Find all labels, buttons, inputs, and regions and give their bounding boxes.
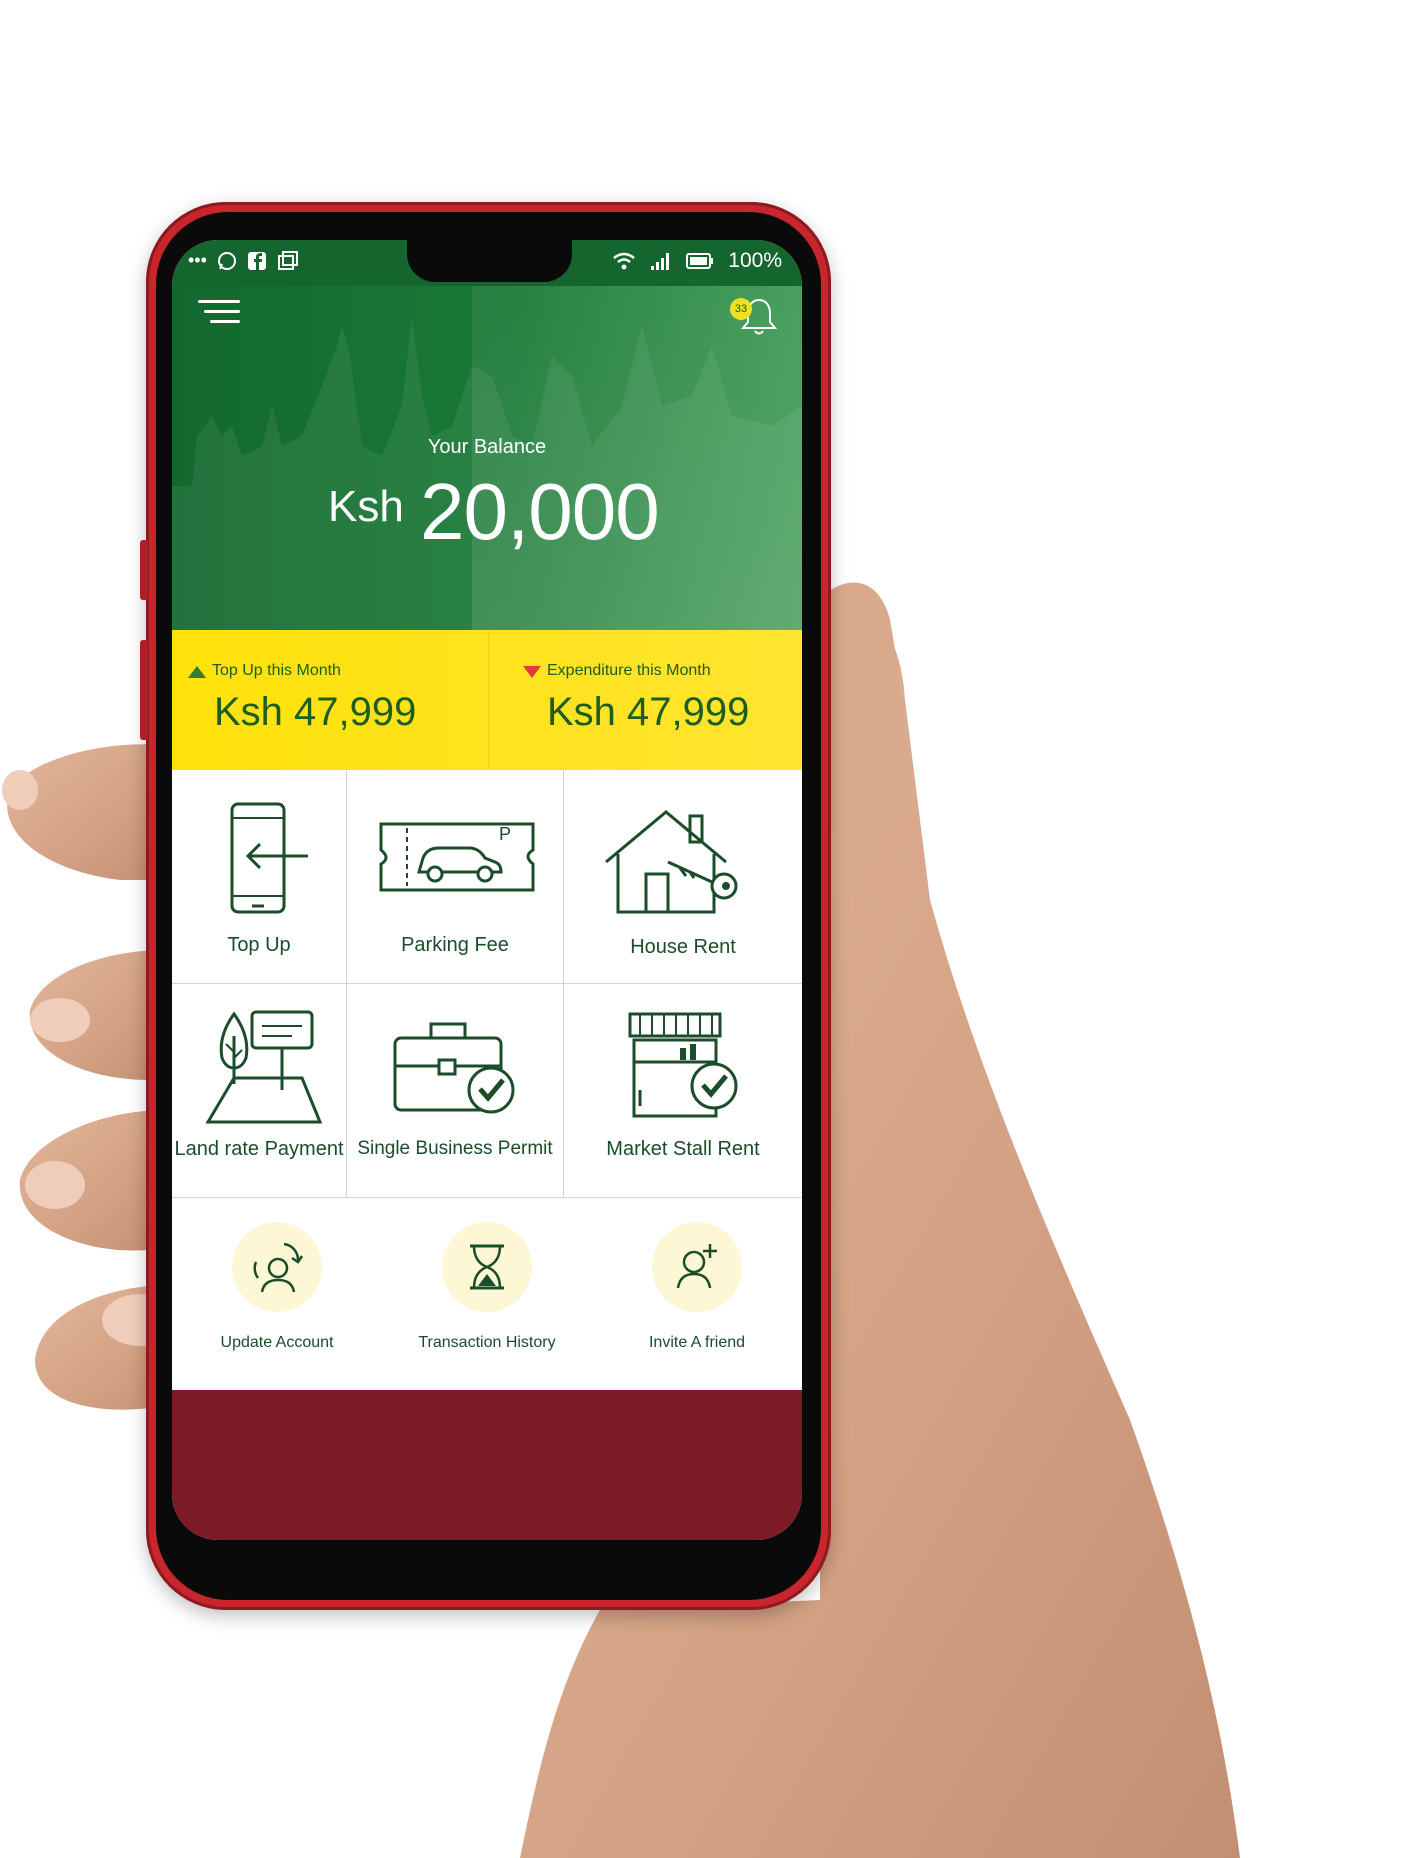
service-label: House Rent bbox=[630, 936, 736, 958]
balance-currency: Ksh bbox=[328, 482, 404, 531]
monthly-stats: Top Up this Month Ksh 47,999 Expenditure… bbox=[172, 630, 802, 770]
add-user-icon bbox=[676, 1244, 717, 1289]
balance-label: Your Balance bbox=[427, 436, 547, 458]
service-label: Parking Fee bbox=[401, 934, 509, 956]
menu-line bbox=[210, 320, 240, 323]
service-market-stall-rent[interactable]: Market Stall Rent bbox=[564, 984, 802, 1198]
notification-badge: 33 bbox=[730, 298, 752, 320]
topup-stat-label: Top Up this Month bbox=[212, 662, 341, 679]
service-top-up[interactable]: Top Up bbox=[172, 770, 347, 984]
service-parking-fee[interactable]: P Parking Fee bbox=[347, 770, 564, 984]
expenditure-stat-label: Expenditure this Month bbox=[547, 662, 711, 679]
whatsapp-icon bbox=[217, 251, 236, 270]
footer-bar bbox=[172, 1390, 802, 1540]
service-house-rent[interactable]: House Rent bbox=[564, 770, 802, 984]
briefcase-check-icon bbox=[393, 1022, 515, 1114]
transaction-history-button[interactable]: Transaction History bbox=[382, 1198, 592, 1390]
wifi-icon bbox=[613, 252, 636, 270]
battery-icon bbox=[686, 253, 714, 269]
qa-label: Invite A friend bbox=[648, 1334, 746, 1351]
qa-circle bbox=[232, 1222, 322, 1312]
services-grid: Top Up P Parking Fee House Rent Land rat… bbox=[172, 770, 802, 1198]
update-account-button[interactable]: Update Account bbox=[172, 1198, 382, 1390]
notifications-button[interactable]: 33 bbox=[730, 296, 780, 336]
land-sign-icon bbox=[205, 1010, 323, 1124]
quick-actions: Update Account Transaction History Invit… bbox=[172, 1198, 802, 1390]
phone-arrow-icon bbox=[230, 802, 308, 914]
menu-line bbox=[198, 300, 240, 303]
up-triangle-icon bbox=[188, 666, 206, 678]
service-label: Market Stall Rent bbox=[606, 1138, 760, 1160]
signal-icon bbox=[651, 253, 670, 270]
menu-line bbox=[204, 310, 240, 313]
volume-button bbox=[140, 540, 148, 600]
more-dots-icon: ••• bbox=[188, 250, 207, 270]
battery-percent: 100% bbox=[728, 249, 782, 272]
volume-button bbox=[140, 640, 148, 740]
facebook-icon bbox=[247, 251, 266, 270]
service-label: Land rate Payment bbox=[174, 1138, 344, 1160]
stall-check-icon bbox=[628, 1012, 738, 1118]
balance-amount: 20,000 bbox=[420, 467, 660, 556]
house-key-icon bbox=[605, 810, 738, 914]
service-land-rate-payment[interactable]: Land rate Payment bbox=[172, 984, 347, 1198]
update-account-icon bbox=[253, 1242, 304, 1293]
gallery-icon bbox=[277, 250, 298, 270]
invite-friend-button[interactable]: Invite A friend bbox=[592, 1198, 802, 1390]
qa-circle bbox=[652, 1222, 742, 1312]
qa-label: Transaction History bbox=[418, 1334, 556, 1351]
phone-screen: ••• 100% 33 Your Balance Ksh 20,000 Top … bbox=[172, 240, 802, 1540]
service-single-business-permit[interactable]: Single Business Permit bbox=[347, 984, 564, 1198]
qa-circle bbox=[442, 1222, 532, 1312]
menu-button[interactable] bbox=[198, 300, 240, 330]
balance-header: 33 Your Balance Ksh 20,000 bbox=[172, 286, 802, 630]
camera-notch bbox=[407, 240, 572, 282]
service-label: Top Up bbox=[227, 934, 291, 956]
expenditure-stat: Expenditure this Month Ksh 47,999 bbox=[488, 630, 802, 770]
down-triangle-icon bbox=[523, 666, 541, 678]
qa-label: Update Account bbox=[220, 1334, 334, 1351]
topup-stat: Top Up this Month Ksh 47,999 bbox=[172, 630, 486, 770]
status-left-icons: ••• bbox=[188, 250, 299, 271]
service-label: Single Business Permit bbox=[357, 1138, 553, 1159]
svg-text:P: P bbox=[499, 824, 511, 844]
expenditure-stat-value: Ksh 47,999 bbox=[547, 690, 750, 734]
parking-ticket-icon: P bbox=[379, 822, 535, 892]
status-bar: ••• 100% bbox=[172, 240, 802, 286]
status-right-icons: 100% bbox=[612, 249, 782, 273]
hourglass-icon bbox=[470, 1244, 504, 1290]
topup-stat-value: Ksh 47,999 bbox=[214, 690, 417, 734]
